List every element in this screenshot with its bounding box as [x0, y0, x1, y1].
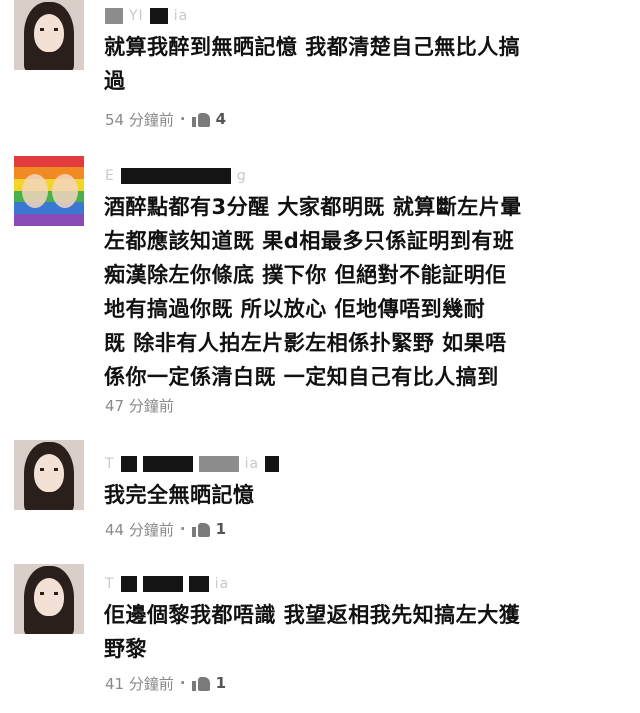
comment-text: 酒醉點都有3分醒 大家都明既 就算斷左片暈 左都應該知道既 果d相最多只係証明到…: [104, 195, 522, 389]
comment-meta: 54 分鐘前 · 4: [105, 109, 226, 130]
commenter-name[interactable]: YI ia: [105, 6, 188, 26]
timestamp[interactable]: 47 分鐘前: [105, 395, 174, 416]
comment-text: 佢邊個黎我都唔識 我望返相我先知搞左大獲 野黎: [104, 603, 521, 661]
comment-text: 就算我醉到無晒記憶 我都清楚自己無比人搞 過: [104, 35, 521, 93]
like-icon[interactable]: [191, 521, 210, 537]
comment-meta: 47 分鐘前: [105, 394, 174, 416]
commenter-name[interactable]: E g: [105, 166, 247, 186]
avatar[interactable]: [14, 564, 84, 634]
like-count: 4: [215, 110, 226, 128]
timestamp[interactable]: 44 分鐘前: [105, 519, 174, 540]
commenter-name[interactable]: T ia: [105, 454, 280, 474]
avatar[interactable]: [14, 156, 84, 226]
comment-meta: 44 分鐘前 · 1: [105, 519, 226, 540]
like-count: 1: [215, 520, 226, 538]
timestamp[interactable]: 54 分鐘前: [105, 109, 174, 130]
avatar[interactable]: [14, 440, 84, 510]
like-count: 1: [215, 674, 226, 692]
like-icon[interactable]: [191, 675, 210, 691]
comment-meta: 41 分鐘前 · 1: [105, 673, 226, 694]
comment-text: 我完全無晒記憶: [104, 483, 255, 507]
commenter-name[interactable]: T ia: [105, 574, 229, 594]
avatar[interactable]: [14, 0, 84, 70]
timestamp[interactable]: 41 分鐘前: [105, 673, 174, 694]
like-icon[interactable]: [191, 111, 210, 127]
